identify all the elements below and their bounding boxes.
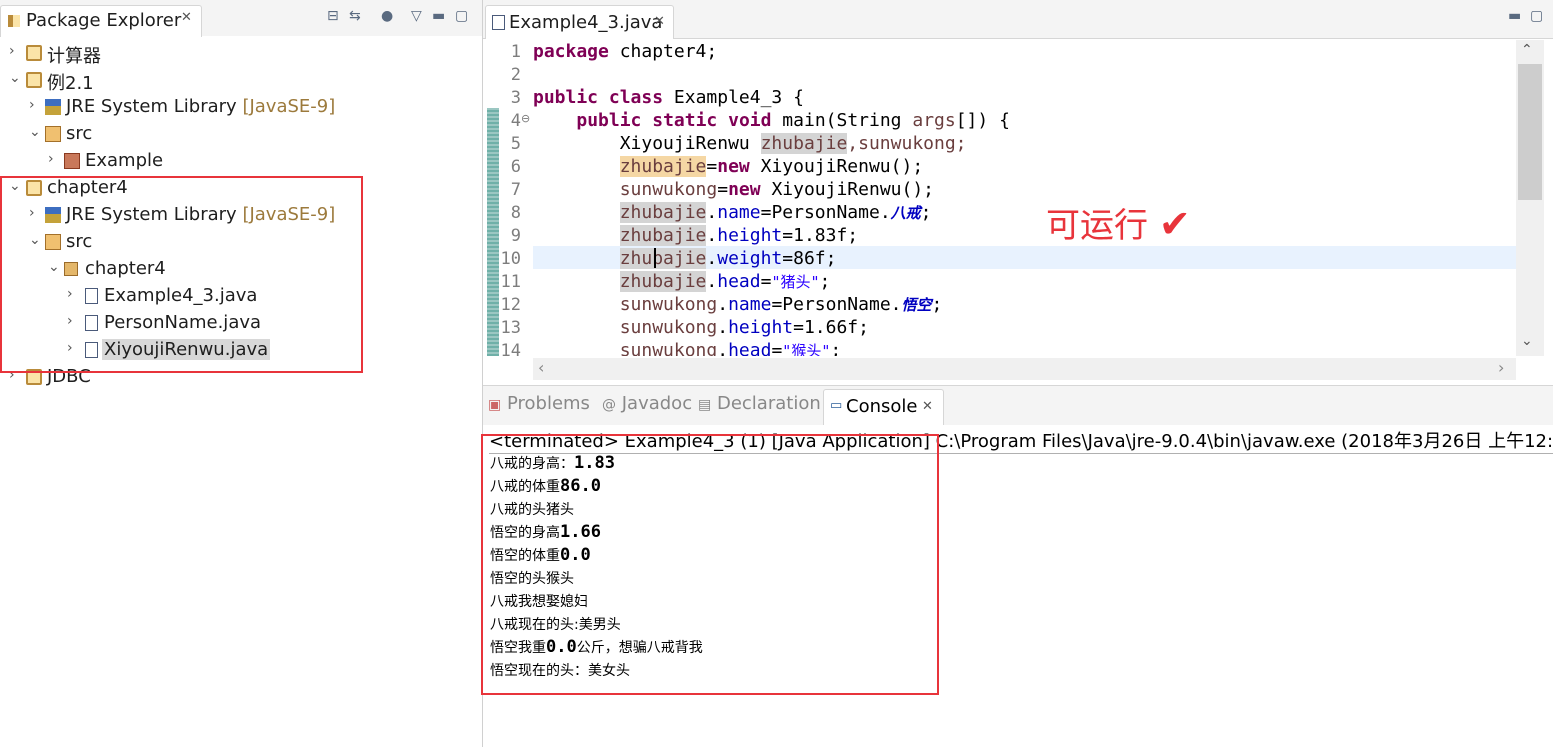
package-icon xyxy=(64,153,80,169)
code-line-current[interactable]: zhubajie.weight=86f; xyxy=(533,248,836,269)
minimize-icon[interactable]: ▬ xyxy=(432,8,445,24)
line-number: 2 xyxy=(510,65,521,85)
tree-item-label: src xyxy=(66,123,93,144)
code-line[interactable]: zhubajie.name=PersonName.八戒; xyxy=(533,202,932,223)
tree-item[interactable]: › Example xyxy=(0,149,480,176)
minimize-icon[interactable]: ▬ xyxy=(1508,8,1521,24)
highlight-box-console-output xyxy=(481,434,939,695)
package-explorer-icon xyxy=(8,15,20,27)
tree-item[interactable]: › JRE System Library [JavaSE-9] xyxy=(0,95,480,122)
code-line[interactable]: package chapter4; xyxy=(533,41,717,62)
change-ruler xyxy=(487,108,499,356)
line-number: 12 xyxy=(500,295,521,315)
code-line[interactable]: sunwukong=new XiyoujiRenwu(); xyxy=(533,179,934,200)
scroll-down-icon[interactable]: ⌄ xyxy=(1521,333,1533,349)
scroll-right-icon[interactable]: › xyxy=(1498,358,1504,377)
tab-example4-3-java[interactable]: Example4_3.java ✕ xyxy=(485,5,674,39)
tree-item-label: Example xyxy=(85,150,164,171)
close-icon[interactable]: ✕ xyxy=(922,399,933,414)
view-menu-icon[interactable]: ▽ xyxy=(411,8,422,24)
tab-javadoc[interactable]: @ Javadoc xyxy=(602,393,692,414)
library-icon xyxy=(45,99,61,115)
maximize-icon[interactable]: ▢ xyxy=(455,8,468,24)
tree-item-label: JRE System Library [JavaSE-9] xyxy=(66,96,336,117)
focus-icon[interactable]: ● xyxy=(381,8,393,24)
package-explorer-title: Package Explorer xyxy=(26,10,182,31)
line-number: 9 xyxy=(510,226,521,246)
code-line[interactable]: sunwukong.height=1.66f; xyxy=(533,317,869,338)
console-tab-title: Console xyxy=(846,396,918,417)
line-number: 11 xyxy=(500,272,521,292)
code-line[interactable]: zhubajie.height=1.83f; xyxy=(533,225,858,246)
line-number: 6 xyxy=(510,157,521,177)
code-line[interactable]: XiyoujiRenwu zhubajie,sunwukong; xyxy=(533,133,967,154)
tab-problems[interactable]: ▣ Problems xyxy=(488,393,590,414)
tab-console[interactable]: ▭ Console ✕ xyxy=(823,389,944,426)
fold-icon[interactable]: ⊖ xyxy=(521,112,530,125)
line-number: 7 xyxy=(510,180,521,200)
line-number: 3 xyxy=(510,88,521,108)
tree-item[interactable]: › 计算器 xyxy=(0,41,480,68)
tree-item-label: 例2.1 xyxy=(47,73,94,94)
tree-item[interactable]: ⌄ src xyxy=(0,122,480,149)
annotation-runnable: 可运行 ✔ xyxy=(1046,202,1191,246)
chevron-down-icon[interactable]: ⌄ xyxy=(9,70,21,86)
collapse-all-icon[interactable]: ⊟ xyxy=(327,8,339,24)
scroll-up-icon[interactable]: ⌃ xyxy=(1521,42,1533,58)
tree-item-label: 计算器 xyxy=(47,46,101,67)
project-error-icon xyxy=(26,72,42,88)
code-line[interactable]: public static void main(String args[]) { xyxy=(533,110,1010,131)
highlight-box-chapter4 xyxy=(0,176,363,373)
editor-scroll-thumb[interactable] xyxy=(1518,64,1542,200)
javadoc-icon: @ xyxy=(602,397,616,413)
code-line[interactable]: zhubajie.head="猪头"; xyxy=(533,271,830,292)
java-file-icon xyxy=(492,15,505,30)
chevron-down-icon[interactable]: ⌄ xyxy=(29,124,41,140)
close-icon[interactable]: ✕ xyxy=(654,14,665,29)
text-cursor xyxy=(654,248,656,268)
line-number: 10 xyxy=(500,249,521,269)
line-number: 8 xyxy=(510,203,521,223)
chevron-right-icon[interactable]: › xyxy=(9,43,15,59)
line-number: 13 xyxy=(500,318,521,338)
code-line[interactable]: sunwukong.name=PersonName.悟空; xyxy=(533,294,943,315)
close-icon[interactable]: ✕ xyxy=(181,10,192,25)
editor-tab-title: Example4_3.java xyxy=(509,12,663,33)
code-line[interactable]: public class Example4_3 { xyxy=(533,87,804,108)
tab-package-explorer[interactable]: Package Explorer ✕ xyxy=(0,5,202,37)
code-line[interactable]: zhubajie=new XiyoujiRenwu(); xyxy=(533,156,923,177)
line-number: 5 xyxy=(510,134,521,154)
line-number: 4 xyxy=(510,111,521,131)
scroll-left-icon[interactable]: ‹ xyxy=(538,358,544,377)
line-number: 14 xyxy=(500,341,521,361)
maximize-icon[interactable]: ▢ xyxy=(1530,8,1543,24)
problems-icon: ▣ xyxy=(488,397,502,413)
source-folder-icon xyxy=(45,126,61,142)
line-number: 1 xyxy=(510,42,521,62)
chevron-right-icon[interactable]: › xyxy=(48,151,54,167)
code-line[interactable]: sunwukong.head="猴头"; xyxy=(533,340,842,356)
checkmark-icon: ✔ xyxy=(1158,202,1191,246)
console-icon: ▭ xyxy=(830,398,843,413)
project-icon xyxy=(26,45,42,61)
declaration-icon: ▤ xyxy=(698,397,712,413)
link-with-editor-icon[interactable]: ⇆ xyxy=(349,8,361,24)
editor-horizontal-scrollbar[interactable] xyxy=(533,358,1516,380)
tree-item[interactable]: ⌄ 例2.1 xyxy=(0,68,480,95)
chevron-right-icon[interactable]: › xyxy=(29,97,35,113)
tab-declaration[interactable]: ▤ Declaration xyxy=(698,393,821,414)
